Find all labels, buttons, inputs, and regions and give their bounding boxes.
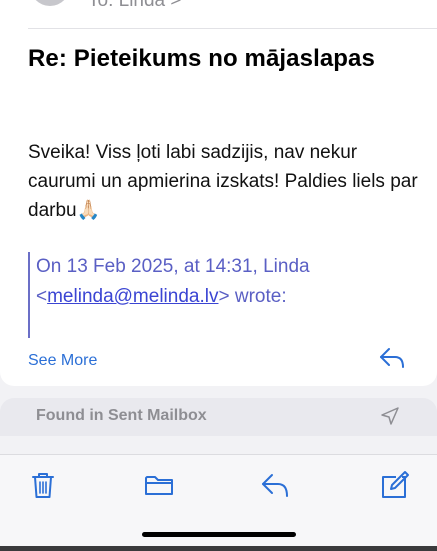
trash-icon[interactable] <box>27 469 59 501</box>
found-in-mailbox-bar[interactable]: Found in Sent Mailbox <box>0 398 437 436</box>
home-indicator[interactable] <box>142 532 296 537</box>
recipient-line[interactable]: To: Linda > <box>88 0 182 12</box>
found-in-label: Found in Sent Mailbox <box>36 407 207 424</box>
compose-icon[interactable] <box>378 469 410 501</box>
message-body: Sveika! Viss ļoti labi sadzijis, nav nek… <box>28 142 418 221</box>
see-more-link[interactable]: See More <box>28 352 97 370</box>
avatar[interactable] <box>30 0 70 6</box>
bottom-edge <box>0 546 437 551</box>
paper-plane-icon <box>381 407 399 425</box>
message-subject: Re: Pieteikums no mājaslapas <box>28 45 375 72</box>
quote-suffix: > wrote: <box>218 286 287 307</box>
quoted-header: On 13 Feb 2025, at 14:31, Linda <melinda… <box>28 252 408 338</box>
header-divider <box>28 28 437 29</box>
reply-icon[interactable] <box>259 469 291 501</box>
folder-icon[interactable] <box>143 469 175 501</box>
reply-icon[interactable] <box>378 346 406 370</box>
message-card: To: Linda > Re: Pieteikums no mājaslapas… <box>0 0 437 386</box>
quote-email-link[interactable]: melinda@melinda.lv <box>47 286 218 307</box>
